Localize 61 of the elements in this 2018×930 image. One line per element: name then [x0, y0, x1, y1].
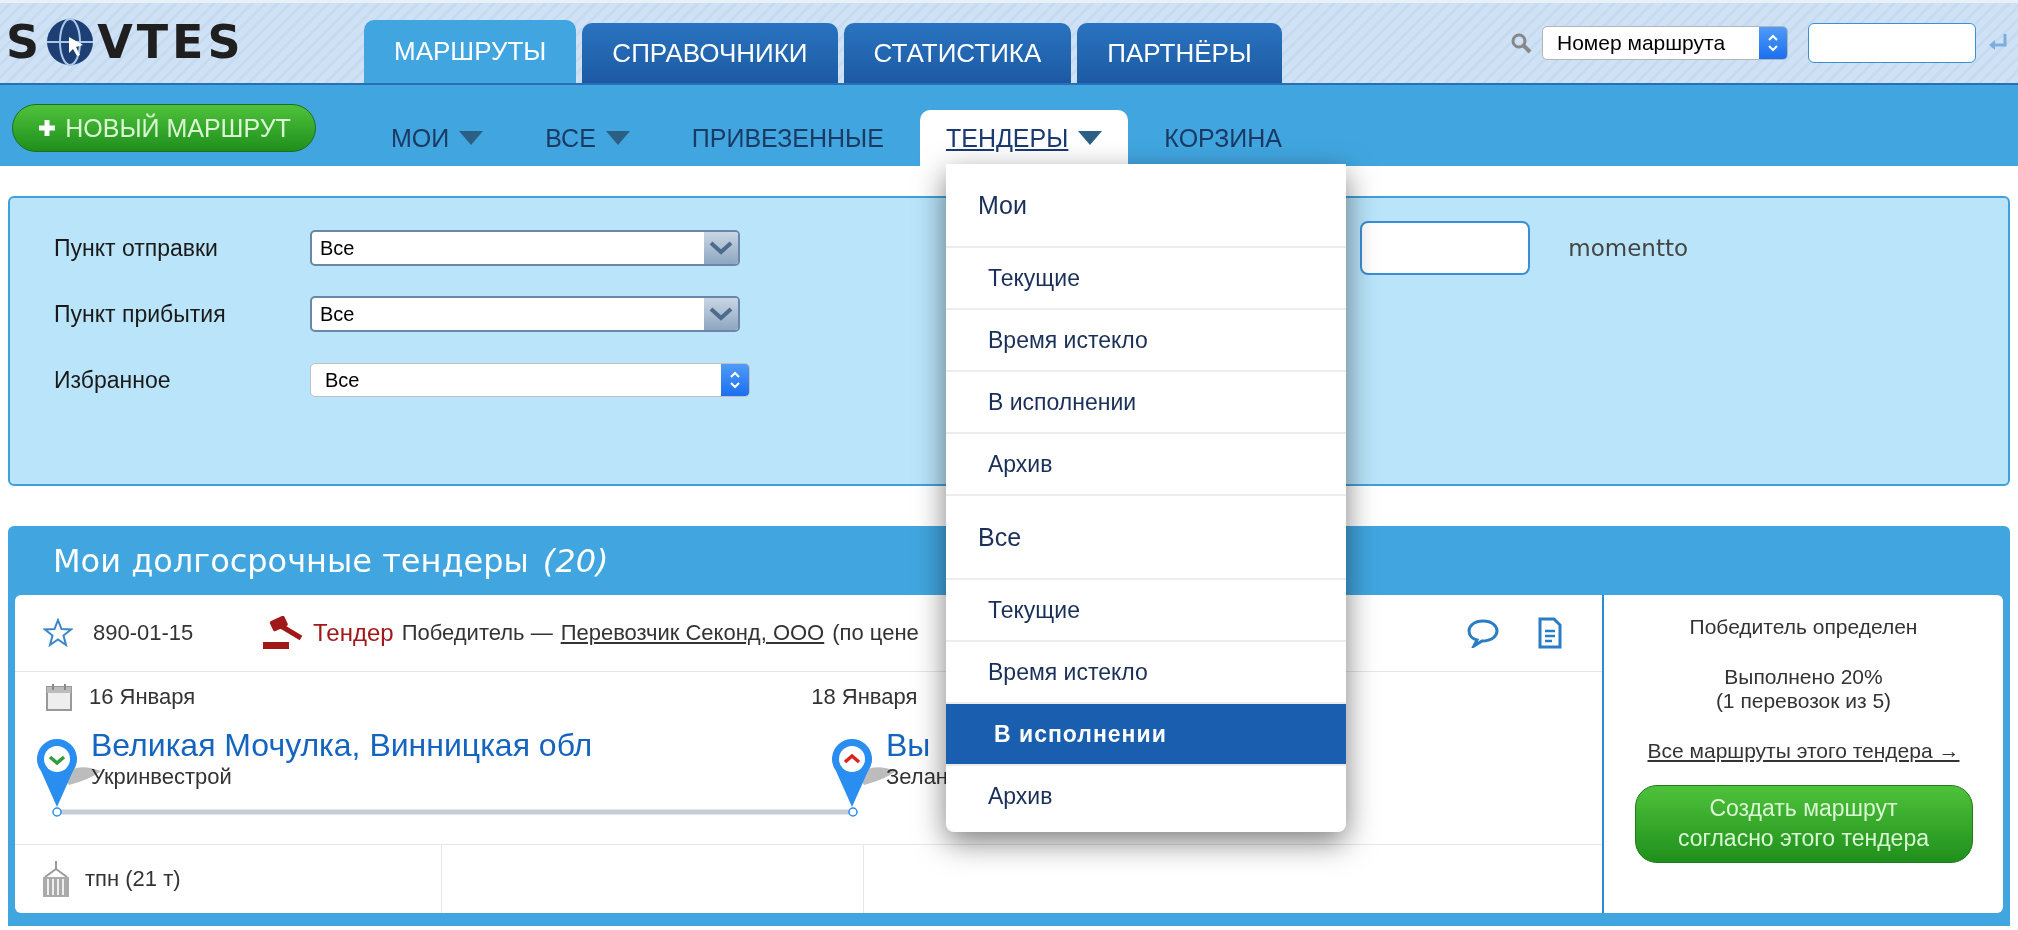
menu-item[interactable]: В исполнении — [946, 704, 1346, 766]
origin-city: Великая Мочулка, Винницкая обл — [91, 727, 593, 764]
menu-section-item[interactable]: Мои — [946, 164, 1346, 248]
tender-status: Победитель определен — [1689, 615, 1918, 639]
globe-logo-icon — [45, 17, 96, 67]
gavel-icon — [261, 616, 305, 650]
search-icon — [1510, 32, 1532, 54]
menu-item[interactable]: В исполнении — [946, 372, 1346, 434]
filter-label: Пункт отправки — [54, 234, 219, 262]
main-tab[interactable]: ПАРТНЁРЫ — [1077, 23, 1282, 83]
stepper-arrows-icon — [728, 369, 742, 391]
filter-select[interactable]: Все — [310, 296, 740, 332]
progress-text: Выполнено 20% — [1724, 665, 1883, 689]
filter-label: Избранное — [54, 366, 172, 394]
chevron-down-icon — [709, 241, 733, 255]
search-type-select[interactable]: Номер маршрута — [1542, 26, 1788, 60]
arrival-date: 18 Января — [811, 684, 918, 710]
winner-label: Победитель — — [401, 620, 553, 646]
tender-count: (20) — [542, 541, 609, 580]
progress-detail: (1 перевозок из 5) — [1715, 689, 1892, 713]
calendar-icon — [45, 682, 73, 712]
star-icon[interactable] — [43, 618, 73, 648]
menu-item[interactable]: Текущие — [946, 580, 1346, 642]
stepper-arrows-icon — [1766, 32, 1780, 54]
caret-icon[interactable] — [1078, 131, 1103, 145]
menu-item[interactable]: Время истекло — [946, 310, 1346, 372]
filter-select[interactable]: Все — [310, 363, 750, 397]
menu-item[interactable]: Архив — [946, 434, 1346, 496]
section-title: Мои долгосрочные тендеры — [53, 541, 529, 580]
destination-city: Вы — [886, 727, 932, 764]
comment-icon[interactable] — [1466, 618, 1500, 648]
filter-select[interactable]: Все — [310, 230, 740, 266]
menu-item[interactable]: Архив — [946, 766, 1346, 826]
sub-tab[interactable]: ПРИВЕЗЕННЫЕ — [665, 110, 910, 166]
carrier-link[interactable]: Перевозчик Секонд, ООО — [560, 620, 825, 646]
tender-type: Тендер — [313, 619, 394, 647]
sub-tab[interactable]: КОРЗИНА — [1138, 110, 1308, 166]
container-icon — [41, 859, 71, 899]
sub-tab[interactable]: МОИ — [365, 110, 510, 166]
price-note: (по цене — [832, 620, 919, 646]
document-icon[interactable] — [1538, 617, 1562, 649]
cargo-info: тпн (21 т) — [85, 866, 181, 892]
filter-label: Пункт прибытия — [54, 300, 227, 328]
tender-number: 890-01-15 — [93, 620, 195, 646]
origin-company: Укринвестрой — [91, 764, 233, 790]
main-tab[interactable]: СПРАВОЧНИКИ — [582, 23, 838, 83]
logo-text: S — [6, 15, 44, 69]
tender-routes-link[interactable]: Все маршруты этого тендера → — [1647, 739, 1960, 763]
search-field[interactable] — [1808, 23, 1976, 63]
date-field[interactable] — [1360, 221, 1531, 275]
departure-date: 16 Января — [89, 684, 196, 710]
sub-tab[interactable]: ТЕНДЕРЫ — [919, 110, 1129, 166]
menu-item[interactable]: Текущие — [946, 248, 1346, 310]
user-name: momentto — [1568, 235, 1688, 261]
sub-tab[interactable]: ВСЕ — [519, 110, 656, 166]
plus-icon — [37, 118, 58, 138]
chevron-down-icon — [709, 307, 733, 321]
logo-text: VTES — [97, 15, 245, 69]
destination-company: Зелан — [886, 764, 948, 790]
main-tab[interactable]: СТАТИСТИКА — [843, 23, 1072, 83]
menu-section-item[interactable]: Все — [946, 496, 1346, 580]
